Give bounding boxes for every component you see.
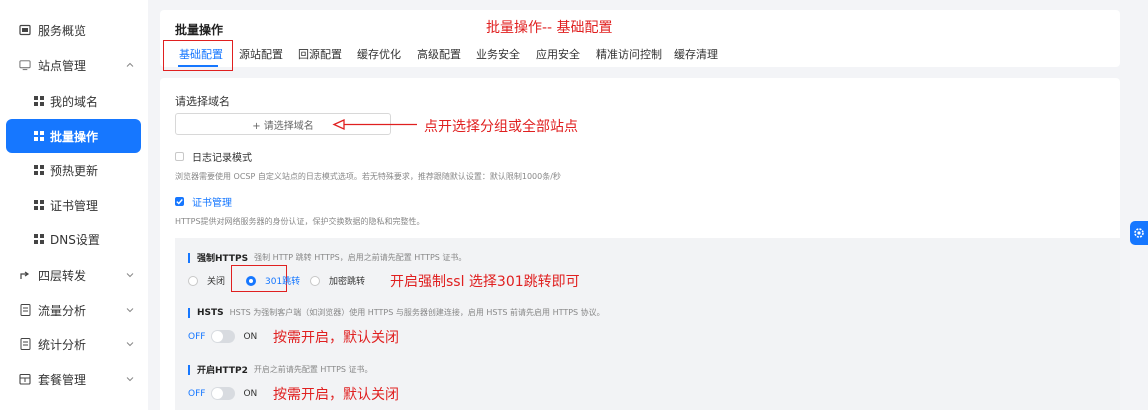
- grid-icon: [33, 233, 45, 245]
- http2-header: 开启HTTP2 开启之前请先配置 HTTPS 证书。: [188, 363, 373, 376]
- http2-toggle[interactable]: [211, 387, 236, 400]
- active-tab-indicator: [178, 65, 218, 67]
- grid-icon: [33, 164, 45, 176]
- domain-label: 请选择域名: [175, 95, 230, 108]
- tab-business-security[interactable]: 业务安全: [476, 46, 520, 62]
- tab-advanced-config[interactable]: 高级配置: [417, 46, 461, 62]
- floating-settings-button[interactable]: [1130, 221, 1148, 245]
- radio-encrypted[interactable]: [310, 275, 320, 286]
- tab-cache-optimization[interactable]: 缓存优化: [357, 46, 401, 62]
- section-marker: [188, 252, 190, 263]
- chevron-up-icon: [126, 62, 134, 67]
- http2-off-label: OFF: [188, 388, 206, 399]
- radio-option-encrypted[interactable]: 加密跳转: [310, 274, 365, 287]
- sidebar-item-overview[interactable]: 服务概览: [0, 13, 148, 47]
- cert-checkbox[interactable]: [175, 197, 184, 206]
- sidebar: 服务概览 站点管理 我的域名 批量操作 预热更新 证书管理 DNS设置 四层转发…: [0, 0, 148, 410]
- toggle-knob: [212, 331, 224, 342]
- site-icon: [19, 59, 31, 71]
- section-marker: [188, 307, 190, 318]
- annotation-title-note: 批量操作-- 基础配置: [486, 20, 613, 36]
- package-icon: [19, 373, 31, 385]
- force-https-title: 强制HTTPS: [197, 254, 249, 264]
- https-settings-panel: 强制HTTPS 强制 HTTP 跳转 HTTPS，启用之前请先配置 HTTPS …: [175, 238, 1120, 410]
- sidebar-item-traffic[interactable]: 流量分析: [0, 293, 148, 327]
- annotation-http2-note: 按需开启，默认关闭: [273, 387, 399, 403]
- radio-option-off[interactable]: 关闭: [188, 274, 225, 287]
- page-title: 批量操作: [175, 23, 224, 37]
- grid-icon: [33, 95, 45, 107]
- annotation-hsts-note: 按需开启，默认关闭: [273, 330, 399, 346]
- hsts-title: HSTS: [197, 307, 224, 318]
- doc-icon: [19, 304, 31, 316]
- hsts-off-label: OFF: [188, 331, 206, 342]
- radio-301[interactable]: [246, 275, 256, 286]
- sidebar-item-l4-forward[interactable]: 四层转发: [0, 258, 148, 292]
- force-https-desc: 强制 HTTP 跳转 HTTPS，启用之前请先配置 HTTPS 证书。: [254, 253, 467, 262]
- sidebar-item-preheat[interactable]: 预热更新: [0, 153, 148, 187]
- tab-access-control[interactable]: 精准访问控制: [596, 46, 662, 62]
- http2-title: 开启HTTP2: [197, 366, 248, 376]
- tab-cache-purge[interactable]: 缓存清理: [674, 46, 718, 62]
- tab-basic-config[interactable]: 基础配置: [179, 46, 223, 62]
- chevron-down-icon: [126, 342, 134, 347]
- annotation-domain-note: 点开选择分组或全部站点: [424, 119, 578, 135]
- section-marker: [188, 364, 190, 375]
- cert-label: 证书管理: [192, 198, 232, 209]
- radio-off-label: 关闭: [207, 277, 226, 287]
- log-mode-label: 日志记录模式: [192, 153, 252, 164]
- cert-desc: HTTPS提供对网络服务器的身份认证，保护交换数据的隐私和完整性。: [175, 217, 425, 226]
- sidebar-item-statistics[interactable]: 统计分析: [0, 327, 148, 361]
- radio-301-label: 301跳转: [265, 277, 301, 287]
- header-card: 批量操作 批量操作-- 基础配置 基础配置 源站配置 回源配置 缓存优化 高级配…: [160, 10, 1120, 71]
- sidebar-item-site-management[interactable]: 站点管理: [0, 48, 148, 82]
- arrow-left-icon: [332, 118, 417, 131]
- http2-on-label: ON: [243, 388, 258, 399]
- check-icon: [176, 199, 183, 205]
- annotation-https-note: 开启强制ssl 选择301跳转即可: [390, 274, 580, 290]
- dashboard-icon: [19, 24, 31, 36]
- hsts-desc: HSTS 为强制客户端（如浏览器）使用 HTTPS 与服务器创建连接，启用 HS…: [229, 308, 605, 317]
- grid-icon: [33, 199, 45, 211]
- grid-icon: [33, 130, 45, 142]
- log-mode-checkbox[interactable]: [175, 152, 184, 161]
- tab-application-security[interactable]: 应用安全: [536, 46, 580, 62]
- toggle-knob: [212, 388, 224, 399]
- gear-icon: [1134, 228, 1144, 238]
- http2-toggle-row: OFF ON: [188, 387, 257, 400]
- doc-icon: [19, 338, 31, 350]
- radio-encrypted-label: 加密跳转: [329, 277, 366, 287]
- sidebar-item-dns[interactable]: DNS设置: [0, 222, 148, 256]
- hsts-toggle[interactable]: [211, 330, 236, 343]
- chevron-down-icon: [126, 308, 134, 313]
- sidebar-item-my-domains[interactable]: 我的域名: [0, 84, 148, 118]
- hsts-toggle-row: OFF ON: [188, 330, 257, 343]
- chevron-down-icon: [126, 377, 134, 382]
- http2-desc: 开启之前请先配置 HTTPS 证书。: [253, 365, 373, 374]
- log-mode-desc: 浏览器需要使用 OCSP 自定义站点的日志模式选项。若无特殊要求，推荐跟随默认设…: [175, 172, 561, 181]
- forward-icon: [19, 269, 31, 281]
- sidebar-item-batch-operation[interactable]: 批量操作: [6, 119, 141, 153]
- radio-off[interactable]: [188, 275, 198, 286]
- sidebar-item-certificates[interactable]: 证书管理: [0, 188, 148, 222]
- hsts-header: HSTS HSTS 为强制客户端（如浏览器）使用 HTTPS 与服务器创建连接，…: [188, 307, 605, 318]
- force-https-header: 强制HTTPS 强制 HTTP 跳转 HTTPS，启用之前请先配置 HTTPS …: [188, 251, 466, 264]
- chevron-down-icon: [126, 273, 134, 278]
- sidebar-item-packages[interactable]: 套餐管理: [0, 362, 148, 396]
- radio-option-301[interactable]: 301跳转: [246, 274, 300, 287]
- tab-back-to-origin[interactable]: 回源配置: [298, 46, 342, 62]
- hsts-on-label: ON: [243, 331, 258, 342]
- tab-origin-config[interactable]: 源站配置: [239, 46, 283, 62]
- main-card: 请选择域名 + 请选择域名 点开选择分组或全部站点 日志记录模式 浏览器需要使用…: [160, 78, 1120, 410]
